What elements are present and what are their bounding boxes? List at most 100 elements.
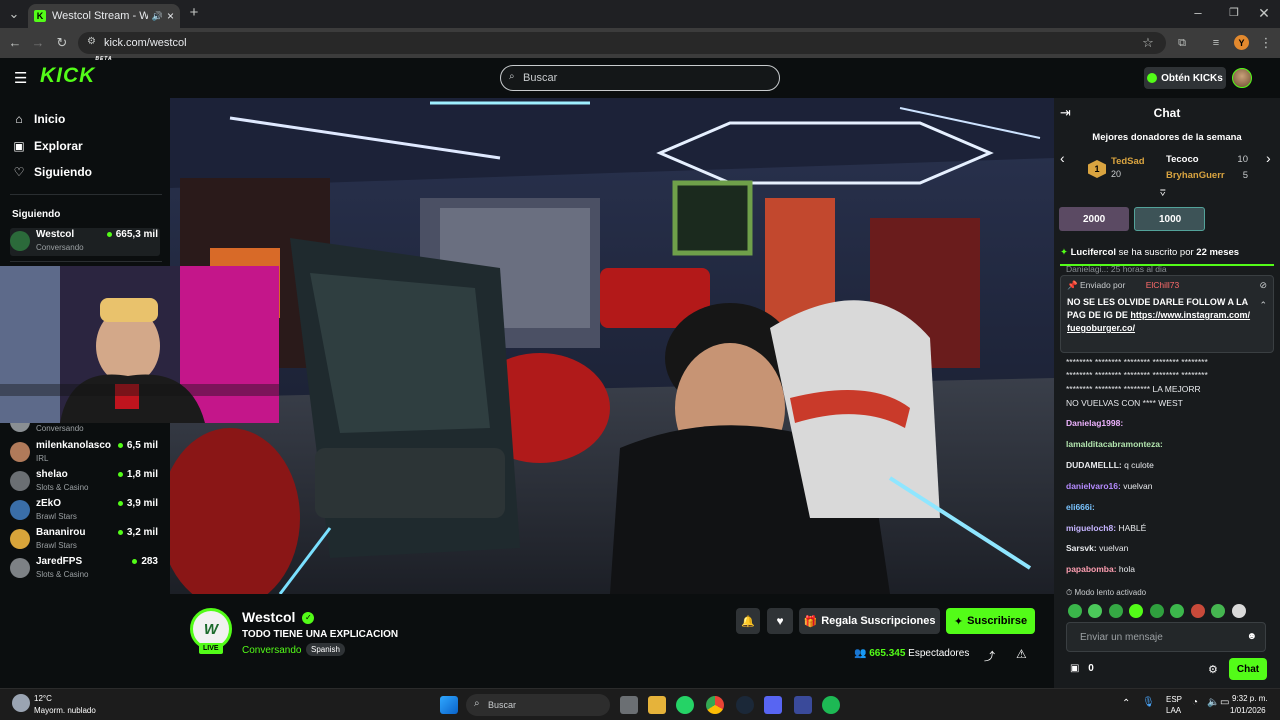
goal-pill-1[interactable]: 2000 [1059,207,1129,231]
emote-icon[interactable] [1088,603,1103,618]
chat-input[interactable]: Enviar un mensaje ☻ [1066,622,1266,652]
sidebar-channel[interactable]: zEkO Brawl Stars 3,9 mil [10,497,160,525]
emoji-picker-icon[interactable]: ☻ [1246,631,1257,642]
file-explorer-icon[interactable] [648,696,666,714]
sidebar-channel[interactable]: milenkanolasco IRL 6,5 mil [10,439,160,467]
sub-alert-user: Lucifercol [1070,247,1117,258]
chrome-icon[interactable] [706,696,724,714]
chat-message: lamalditacabramonteza: [1066,438,1272,450]
sidebar-channel[interactable]: shelao Slots & Casino 1,8 mil [10,468,160,496]
sparkle-icon: ✦ [953,615,964,628]
chat-username[interactable]: Danielag1998: [1066,418,1123,428]
back-icon[interactable]: ← [7,36,23,50]
hamburger-menu-icon[interactable]: ☰ [14,69,27,87]
user-avatar[interactable] [1232,68,1252,88]
chat-username[interactable]: DUDAMELLL: [1066,460,1122,470]
stream-title: TODO TIENE UNA EXPLICACION [242,629,399,640]
chat-username[interactable]: eli666i: [1066,502,1095,512]
pinned-message: 📌 Enviado por ElChill73 ⊘ ⌃ NO SE LES OL… [1060,275,1274,353]
steam-icon[interactable] [736,696,754,714]
chat-settings-icon[interactable]: ⚙ [1208,663,1218,676]
taskbar-search[interactable]: ⌕ Buscar [466,694,610,716]
goal-pill-2[interactable]: 1000 [1134,207,1205,231]
extensions-icon[interactable]: ⧉ [1174,36,1190,50]
notifications-button[interactable]: 🔔 [736,608,760,634]
emote-icon[interactable] [1231,603,1246,618]
channel-name: Bananirou [36,527,86,538]
emote-icon[interactable] [1170,603,1185,618]
kick-logo[interactable]: KICK BETA [40,56,113,88]
emote-icon[interactable] [1108,603,1123,618]
start-menu-icon[interactable] [440,696,458,714]
clock-time[interactable]: 9:32 p. m. [1232,694,1268,703]
video-player[interactable] [170,98,1054,594]
site-info-icon[interactable]: ⚙ [87,36,96,47]
lang-top[interactable]: ESP [1166,695,1182,704]
subscribe-button[interactable]: ✦ Suscribirse [946,608,1035,634]
chat-username[interactable]: Sarsvk: [1066,543,1097,553]
nav-siguiendo[interactable]: ♡ Siguiendo [12,162,92,182]
weather-icon[interactable] [12,694,30,712]
emote-icon[interactable] [1068,603,1082,618]
volume-icon[interactable]: 🔈 [1207,697,1219,708]
unpin-icon[interactable]: ⊘ [1259,280,1267,291]
spotify-icon[interactable] [822,696,840,714]
stream-category[interactable]: Conversando [242,645,301,656]
search-input[interactable]: ⌕ Buscar [500,65,780,91]
sidebar-channel[interactable]: Bananirou Brawl Stars 3,2 mil [10,526,160,554]
new-tab-icon[interactable]: + [186,5,202,20]
wifi-icon[interactable]: ◔ [1192,697,1198,708]
gift-subs-button[interactable]: 🎁 Regala Suscripciones [799,608,940,634]
forward-icon[interactable]: → [30,36,46,50]
reading-list-icon[interactable]: ≡ [1208,36,1224,50]
donor-second: Tecoco 10 [1152,154,1248,165]
reload-icon[interactable]: ↻ [54,36,70,50]
slow-mode-notice: ⏱ Modo lento activado [1066,588,1146,598]
tray-chevron-icon[interactable]: ⌃ [1122,698,1130,709]
get-kicks-button[interactable]: Obtén KICKs [1144,67,1226,89]
nav-explorar[interactable]: ▣ Explorar [12,136,82,156]
vpn-app-icon[interactable] [794,696,812,714]
nav-inicio[interactable]: ⌂ Inicio [12,109,65,129]
emote-icon[interactable] [1190,603,1205,618]
kicks-balance[interactable]: ▣ 0 [1070,663,1094,674]
close-window-icon[interactable]: ✕ [1256,6,1272,20]
expand-donors-icon[interactable]: ⩢ [1160,188,1165,199]
mic-icon[interactable]: 🎙 [1142,697,1155,708]
report-icon[interactable]: ⚠ [1016,647,1027,661]
emote-bar [1068,602,1268,636]
emote-icon[interactable] [1211,603,1226,618]
emote-icon[interactable] [1149,603,1164,618]
language-tag[interactable]: Spanish [306,643,345,656]
emote-icon[interactable] [1129,603,1144,618]
minimize-icon[interactable]: – [1190,6,1206,20]
share-icon[interactable]: ⤴ [984,648,995,664]
collapse-pin-icon[interactable]: ⌃ [1259,300,1267,311]
address-bar[interactable]: ⚙ kick.com/westcol [78,32,1166,54]
chat-username[interactable]: papabomba: [1066,564,1117,574]
restore-icon[interactable]: ❐ [1226,6,1242,20]
follow-heart-button[interactable]: ♥ [767,608,793,634]
send-chat-button[interactable]: Chat [1229,658,1267,680]
channel-name[interactable]: Westcol ✓ [242,609,315,625]
chat-username[interactable]: lamalditacabramonteza: [1066,439,1163,449]
donors-prev-icon[interactable]: ‹ [1060,150,1065,166]
discord-icon[interactable] [764,696,782,714]
tab-close-icon[interactable]: × [167,9,174,23]
whatsapp-icon[interactable] [676,696,694,714]
bookmark-star-icon[interactable]: ☆ [1140,36,1156,50]
get-kicks-label: Obtén KICKs [1161,72,1223,84]
task-view-icon[interactable] [620,696,638,714]
following-channel[interactable]: Westcol Conversando 665,3 mil [10,228,160,256]
donors-next-icon[interactable]: › [1266,150,1271,166]
chat-message: NO VUELVAS CON **** WEST [1066,397,1272,409]
chat-username[interactable]: danielvaro16: [1066,481,1121,491]
battery-icon[interactable]: ▭ [1220,697,1229,708]
browser-menu-icon[interactable]: ⋮ [1258,36,1274,50]
sidebar-channel[interactable]: JaredFPS Slots & Casino 283 [10,555,160,583]
chat-username[interactable]: migueloch8: [1066,523,1116,533]
profile-avatar[interactable]: Y [1234,35,1249,50]
tab-search-icon[interactable]: ⌄ [6,7,22,21]
live-badge: LIVE [199,643,223,654]
browser-tab[interactable]: K Westcol Stream - Watch Live 🔊 × [28,4,180,28]
